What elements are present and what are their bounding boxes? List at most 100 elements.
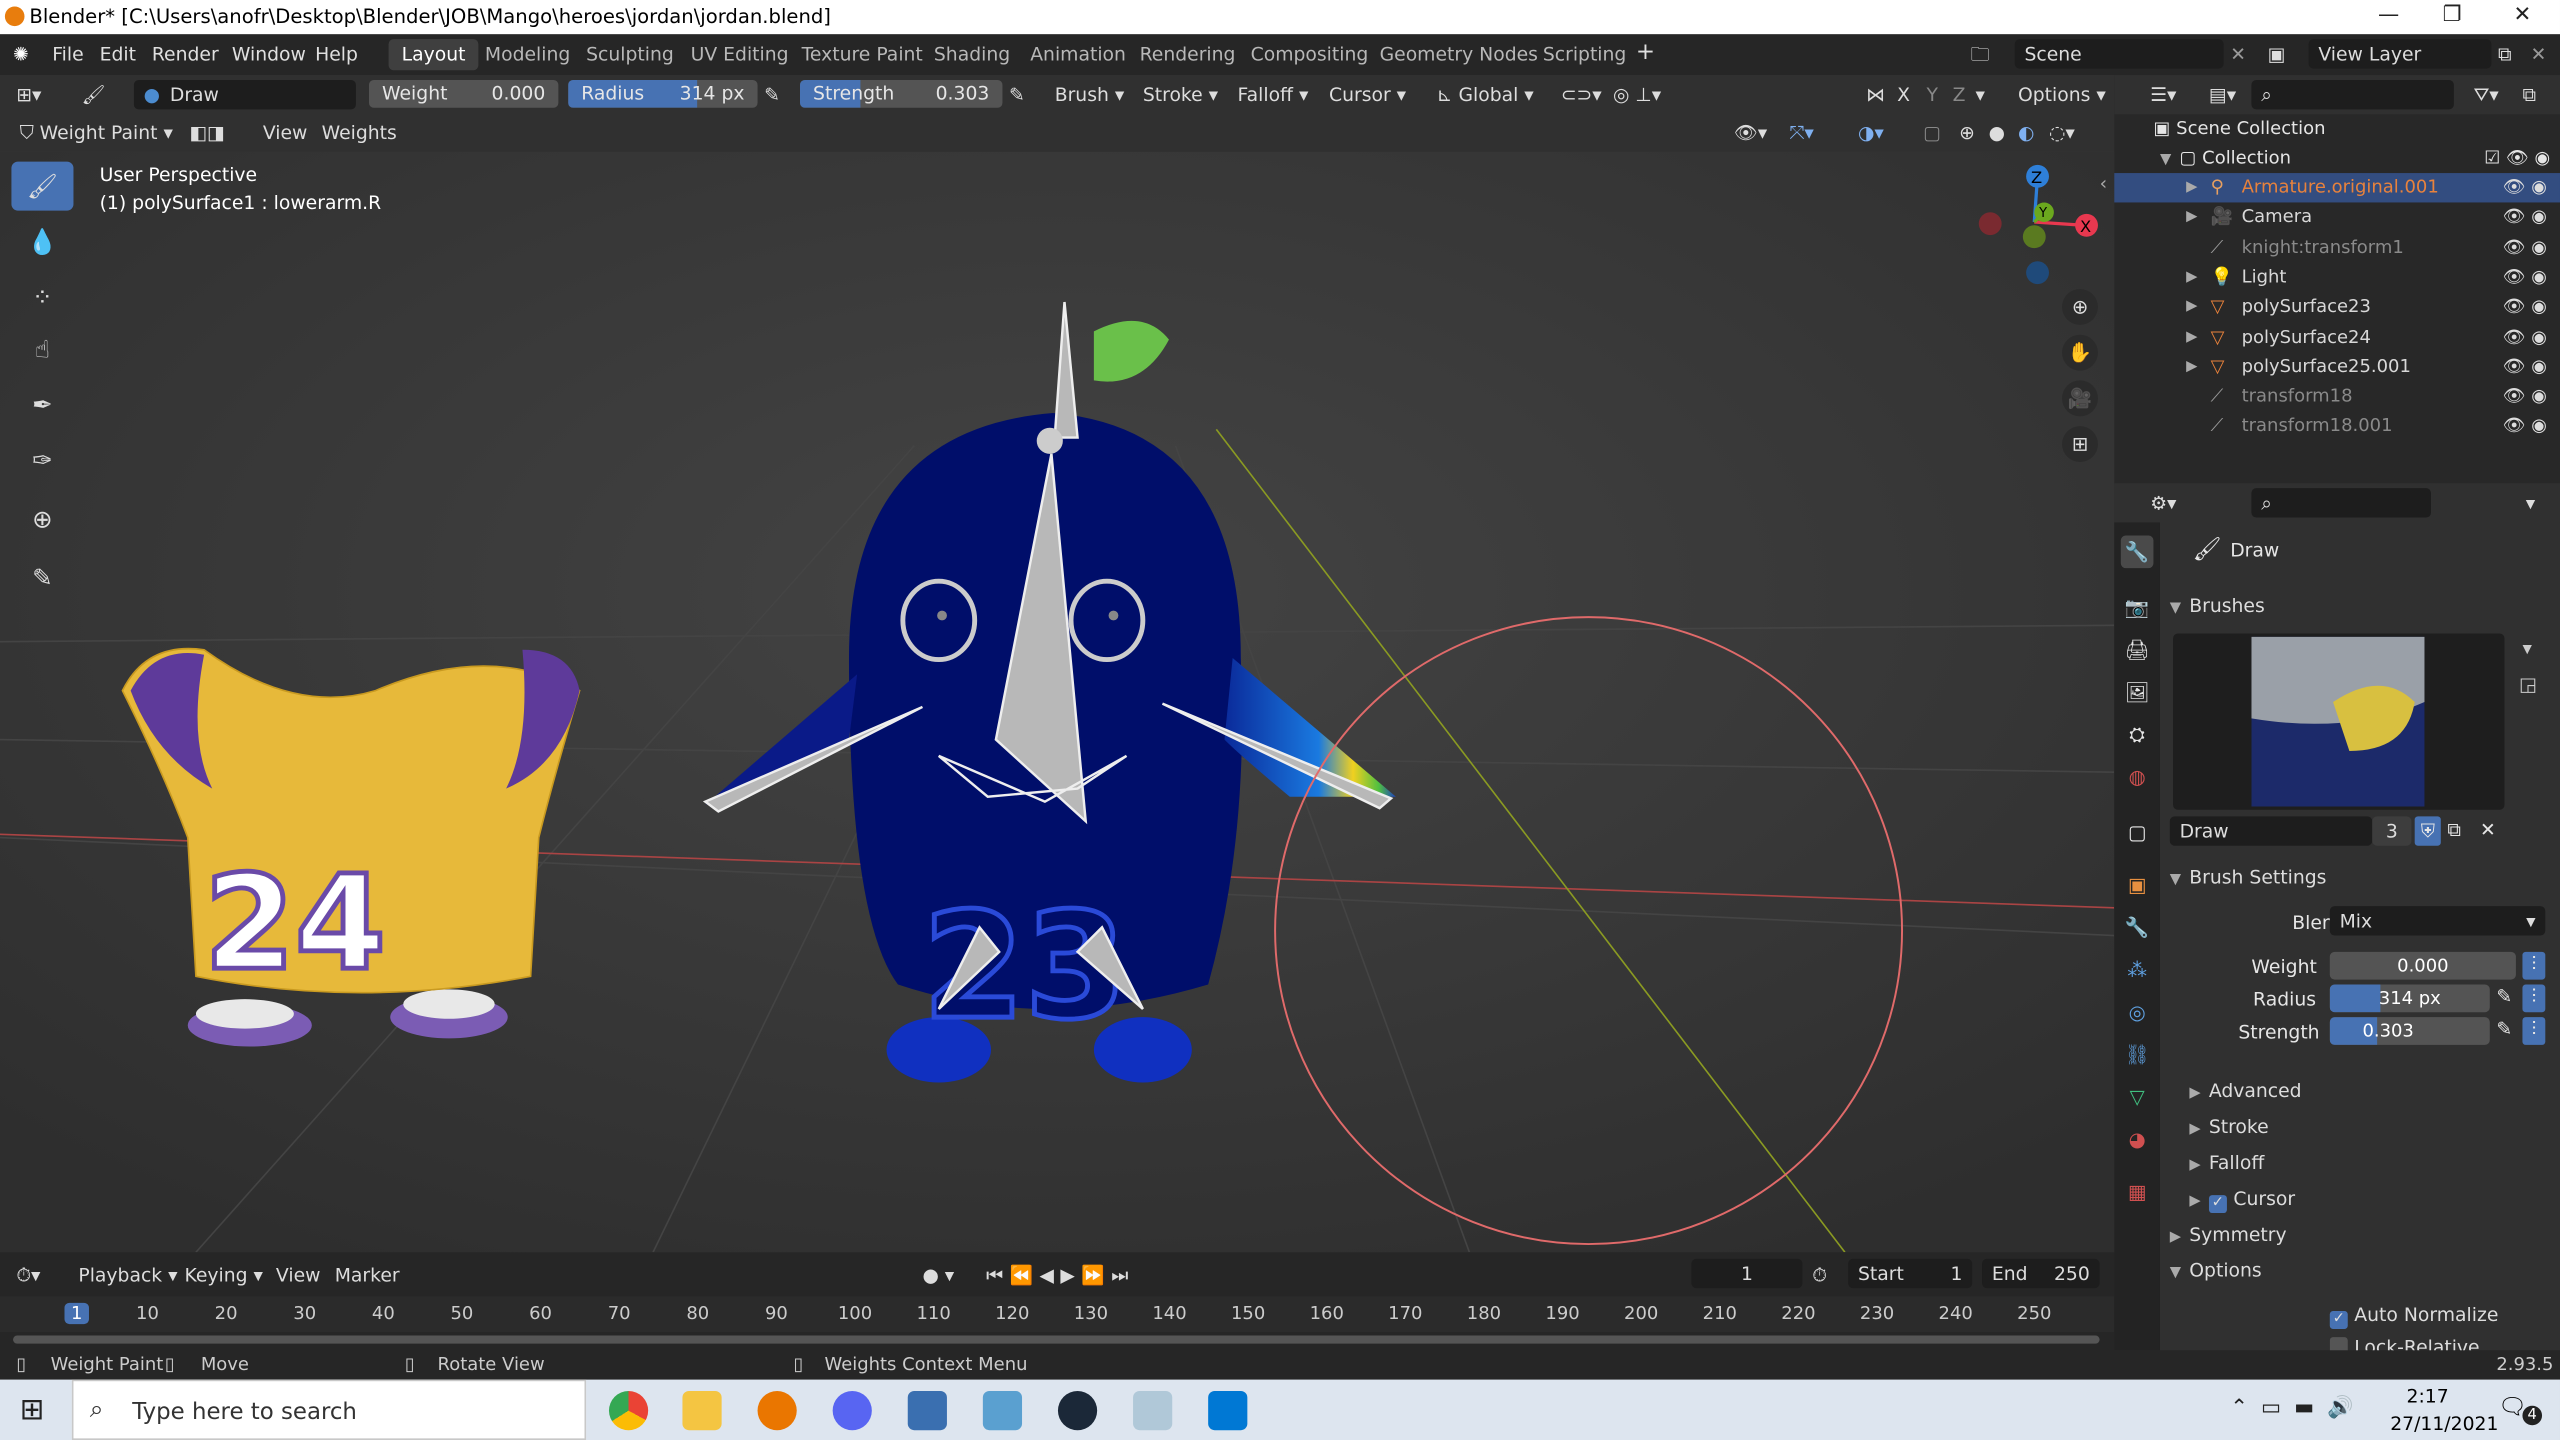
view-layer-remove-icon[interactable]: ✕: [2531, 42, 2547, 65]
menu-file[interactable]: File: [52, 42, 83, 65]
app-icon[interactable]: [982, 1391, 1023, 1431]
tab-modeling[interactable]: Modeling: [472, 39, 584, 70]
weight-property-slider[interactable]: 0.000: [2329, 951, 2516, 980]
unlink-brush-icon[interactable]: ✕: [2480, 818, 2496, 841]
filter-icon[interactable]: ⛛▾: [2473, 80, 2498, 109]
close-button[interactable]: ✕: [2498, 3, 2547, 27]
rendered-shading-icon[interactable]: ◌▾: [2049, 118, 2075, 147]
mask-toggle-icon[interactable]: ◧◨: [189, 118, 224, 147]
outliner-item[interactable]: ▶ 💡 Light 👁 ◉: [2114, 263, 2560, 292]
lock-relative-option[interactable]: Lock-Relative: [2329, 1336, 2480, 1351]
cursor-dropdown[interactable]: Cursor ▾: [1329, 80, 1406, 109]
average-tool-icon[interactable]: ⁘: [11, 273, 73, 322]
gradient-tool-icon[interactable]: ✒: [11, 380, 73, 429]
radius-slider[interactable]: Radius 314 px: [568, 79, 758, 108]
orientation-dropdown[interactable]: ⊾ Global ▾: [1437, 80, 1534, 109]
menu-edit[interactable]: Edit: [100, 42, 136, 65]
outliner-editor-type-icon[interactable]: ☰▾: [2150, 80, 2176, 109]
strength-unified-icon[interactable]: ⫶: [2522, 1017, 2546, 1045]
expand-arrow-icon[interactable]: ▶: [2186, 263, 2197, 292]
properties-options-icon[interactable]: ▾: [2526, 488, 2535, 517]
scene-tab-icon[interactable]: ⛭: [2121, 718, 2154, 751]
properties-editor-type-icon[interactable]: ⚙▾: [2150, 488, 2176, 517]
keying-menu[interactable]: Keying ▾: [184, 1260, 262, 1289]
windows-start-icon[interactable]: ⊞: [20, 1393, 45, 1427]
duplicate-brush-icon[interactable]: ⧉: [2447, 818, 2460, 842]
render-properties-tab-icon[interactable]: 📷: [2121, 591, 2154, 624]
frame-ruler[interactable]: 1 10 20 30 40 50 60 70 80 90 100 110 120 130 140 150 160…: [0, 1296, 2115, 1333]
sample-weight-tool-icon[interactable]: ✑: [11, 436, 73, 485]
playback-controls[interactable]: ⏮⏪◀▶⏩⏭: [986, 1260, 1135, 1289]
gizmo-icon[interactable]: ⤧▾: [1789, 118, 1813, 147]
blender-taskbar-icon[interactable]: [757, 1391, 797, 1431]
axis-z-toggle[interactable]: Z: [1953, 80, 1966, 109]
expand-arrow-icon[interactable]: ▶: [2186, 293, 2197, 322]
brush-list-chevron-icon[interactable]: ▾: [2522, 637, 2531, 660]
material-shading-icon[interactable]: ◐: [2018, 118, 2034, 147]
timeline-editor-type-icon[interactable]: ⏱▾: [16, 1260, 40, 1289]
strength-pressure-icon[interactable]: ✎: [1009, 80, 1025, 109]
strength-property-slider[interactable]: 0.303: [2329, 1017, 2490, 1045]
current-frame-field[interactable]: 1: [1691, 1258, 1803, 1289]
brush-name-field[interactable]: Draw: [2169, 816, 2373, 846]
tab-sculpting[interactable]: Sculpting: [573, 39, 687, 70]
collection-tab-icon[interactable]: ▢: [2121, 816, 2154, 849]
menu-weights[interactable]: Weights: [322, 118, 397, 147]
tab-rendering[interactable]: Rendering: [1127, 39, 1249, 70]
expand-arrow-icon[interactable]: ▶: [2186, 173, 2197, 202]
end-frame-field[interactable]: End 250: [1982, 1258, 2100, 1289]
menu-window[interactable]: Window: [232, 42, 306, 65]
solid-shading-icon[interactable]: ●: [1989, 118, 2005, 147]
outliner-item[interactable]: ⟋ transform18 👁 ◉: [2114, 382, 2560, 411]
mode-dropdown[interactable]: ⛉ Weight Paint ▾: [20, 118, 173, 147]
snap-icon[interactable]: ⊂⊃▾: [1561, 80, 1602, 109]
tool-properties-tab-icon[interactable]: 🔧: [2120, 535, 2154, 569]
visibility-toggle-icon[interactable]: 👁 ◉: [2503, 352, 2547, 381]
particles-tab-icon[interactable]: ⁂: [2121, 953, 2154, 986]
brush-users-count[interactable]: 3: [2372, 816, 2412, 846]
view-layer-copy-icon[interactable]: ⧉: [2498, 42, 2511, 66]
collection-row[interactable]: ▼ ▢ Collection ☑ 👁 ◉: [2114, 144, 2560, 173]
file-explorer-icon[interactable]: [682, 1391, 722, 1431]
outliner-item[interactable]: ▶ ▽ polySurface25.001 👁 ◉: [2114, 352, 2560, 381]
lock-relative-checkbox[interactable]: [2329, 1337, 2348, 1351]
tab-layout[interactable]: Layout: [388, 39, 479, 71]
weight-unified-icon[interactable]: ⫶: [2522, 951, 2546, 980]
outliner-item[interactable]: ⟋ knight:transform1 👁 ◉: [2114, 233, 2560, 262]
stroke-dropdown[interactable]: Stroke ▾: [1143, 80, 1218, 109]
view-layer-tab-icon[interactable]: 🖼: [2121, 676, 2154, 709]
tab-uv-editing[interactable]: UV Editing: [678, 39, 802, 70]
new-collection-icon[interactable]: ⧉: [2522, 80, 2535, 109]
scene-remove-icon[interactable]: ✕: [2230, 42, 2246, 65]
editor-type-icon[interactable]: ⊞▾: [16, 80, 41, 109]
timeline-scrollbar[interactable]: [13, 1335, 2100, 1344]
radius-property-slider[interactable]: 314 px: [2329, 984, 2490, 1013]
3d-viewport[interactable]: 24 23 Z Y X 🖌 💧 ⁘ ☝ ✒ ✑ ⊕ ✎ User Perspec…: [0, 151, 2115, 1253]
add-workspace-button[interactable]: +: [1636, 39, 1655, 65]
world-tab-icon[interactable]: ◍: [2121, 761, 2154, 794]
visibility-toggle-icon[interactable]: 👁 ◉: [2503, 293, 2547, 322]
strength-pen-pressure-icon[interactable]: ✎: [2496, 1017, 2512, 1040]
draw-tool-icon[interactable]: 🖌: [11, 161, 74, 211]
minimize-button[interactable]: —: [2364, 3, 2413, 27]
orthographic-toggle-icon[interactable]: ⊞: [2062, 426, 2098, 463]
visibility-toggle-icon[interactable]: 👁 ◉: [2503, 233, 2547, 262]
brush-preview-box[interactable]: [2173, 633, 2505, 810]
outliner-item[interactable]: ▶ ▽ polySurface24 👁 ◉: [2114, 322, 2560, 351]
physics-tab-icon[interactable]: ◎: [2121, 996, 2154, 1029]
axis-x-toggle[interactable]: X: [1897, 80, 1910, 109]
outliner-search-input[interactable]: ⌕: [2251, 79, 2454, 110]
weight-slider[interactable]: Weight 0.000: [368, 79, 559, 108]
tab-compositing[interactable]: Compositing: [1238, 39, 1382, 70]
strength-slider[interactable]: Strength 0.303: [799, 79, 1003, 108]
material-tab-icon[interactable]: ◕: [2121, 1123, 2154, 1156]
output-properties-tab-icon[interactable]: 🖨: [2121, 633, 2154, 666]
timeline-view-menu[interactable]: View: [276, 1260, 321, 1289]
scene-field[interactable]: Scene: [2014, 39, 2224, 69]
constraints-tab-icon[interactable]: ⛓: [2121, 1038, 2154, 1071]
system-tray-icons[interactable]: ⌃▭▬🔊: [2230, 1396, 2367, 1420]
symmetry-panel-header[interactable]: ▶ Symmetry: [2170, 1223, 2287, 1246]
cursor-checkbox[interactable]: ✓: [2208, 1195, 2227, 1214]
falloff-subpanel[interactable]: ▶ Falloff: [2189, 1151, 2264, 1174]
menu-view[interactable]: View: [263, 118, 308, 147]
